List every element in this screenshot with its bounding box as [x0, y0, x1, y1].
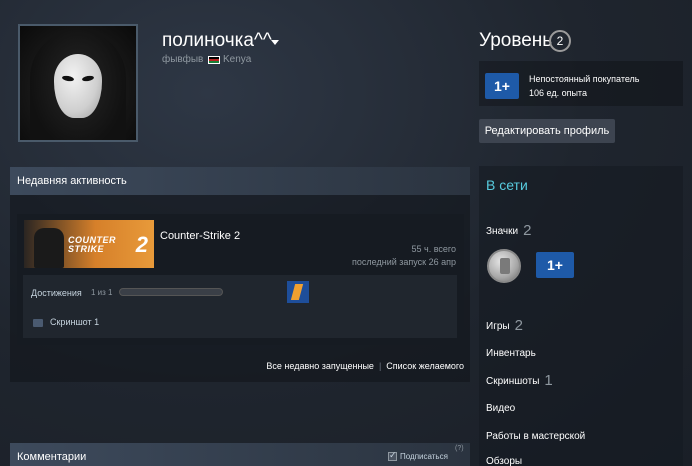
achievement-icon[interactable] — [287, 281, 309, 303]
capsule-logo-number: 2 — [135, 232, 148, 257]
level-badge[interactable]: 2 — [549, 30, 571, 52]
game-card: COUNTER STRIKE 2 Counter-Strike 2 55 ч. в… — [17, 214, 464, 345]
sidebar-item-reviews[interactable]: Обзоры — [486, 456, 522, 466]
game-details: Достижения 1 из 1 Скриншот 1 — [23, 275, 457, 338]
game-last-played: последний запуск 26 апр — [352, 257, 456, 267]
screenshot-icon — [33, 319, 43, 327]
mask-eye-right — [81, 74, 95, 83]
badge-1plus-icon[interactable]: 1+ — [536, 252, 574, 278]
coin-badge-icon[interactable] — [487, 249, 521, 283]
capsule-figure — [34, 228, 64, 268]
sidebar-item-badges[interactable]: Значки 2 — [486, 222, 531, 239]
badge-xp: 106 ед. опыта — [529, 88, 587, 98]
subscribe-checkbox[interactable] — [388, 450, 397, 461]
online-status: В сети — [486, 177, 528, 193]
achievements-count: 1 из 1 — [91, 288, 113, 297]
mask-eye-left — [61, 74, 75, 83]
comments-title: Комментарии — [17, 451, 87, 463]
capsule-logo-text: COUNTER STRIKE — [68, 235, 116, 254]
edit-profile-button[interactable]: Редактировать профиль — [479, 119, 615, 143]
profile-username: полиночка^^ — [162, 30, 272, 51]
screenshot-link[interactable]: Скриншот 1 — [50, 317, 99, 327]
game-hours: 55 ч. всего — [411, 244, 456, 254]
game-title[interactable]: Counter-Strike 2 — [160, 230, 240, 242]
game-capsule-image[interactable]: COUNTER STRIKE 2 — [24, 220, 154, 268]
screenshots-count: 1 — [544, 372, 553, 389]
all-recent-link[interactable]: Все недавно запущенные — [266, 361, 374, 371]
games-count: 2 — [514, 317, 523, 334]
badge-1plus-icon: 1+ — [485, 73, 519, 99]
subscribe-help-icon[interactable]: (?) — [455, 445, 464, 452]
profile-sidebar: В сети Значки 2 1+ Игры 2 Инвентарь Скринш… — [479, 166, 683, 466]
achievements-progress-bar — [119, 288, 223, 296]
recent-activity-title: Недавняя активность — [17, 175, 127, 187]
badges-label: Значки — [486, 226, 519, 237]
recent-links: Все недавно запущенные | Список желаемого — [10, 361, 464, 375]
link-separator: | — [378, 361, 382, 371]
games-label: Игры — [486, 321, 510, 332]
profile-real-name: фывфыв — [162, 54, 204, 65]
badge-name: Непостоянный покупатель — [529, 74, 640, 84]
profile-country: Kenya — [223, 54, 252, 65]
wishlist-link[interactable]: Список желаемого — [386, 361, 464, 371]
sidebar-item-video[interactable]: Видео — [486, 403, 515, 414]
avatar-mask — [54, 54, 102, 118]
sidebar-item-workshop[interactable]: Работы в мастерской — [486, 431, 585, 442]
featured-badge[interactable]: 1+ Непостоянный покупатель 106 ед. опыта — [479, 61, 683, 106]
badges-count: 2 — [523, 222, 532, 239]
avatar[interactable] — [18, 24, 138, 142]
sidebar-item-screenshots[interactable]: Скриншоты 1 — [486, 372, 553, 389]
screenshots-label: Скриншоты — [486, 376, 540, 387]
sidebar-item-inventory[interactable]: Инвентарь — [486, 348, 536, 359]
achievements-label[interactable]: Достижения — [31, 288, 82, 298]
sidebar-item-games[interactable]: Игры 2 — [486, 317, 523, 334]
subscribe-label[interactable]: Подписаться — [400, 452, 448, 461]
level-label: Уровень — [479, 30, 553, 51]
chevron-down-icon[interactable] — [271, 40, 279, 45]
comments-header: Комментарии Подписаться (?) — [10, 443, 470, 466]
kenya-flag-icon — [208, 56, 220, 64]
recent-activity-header: Недавняя активность — [10, 167, 470, 195]
